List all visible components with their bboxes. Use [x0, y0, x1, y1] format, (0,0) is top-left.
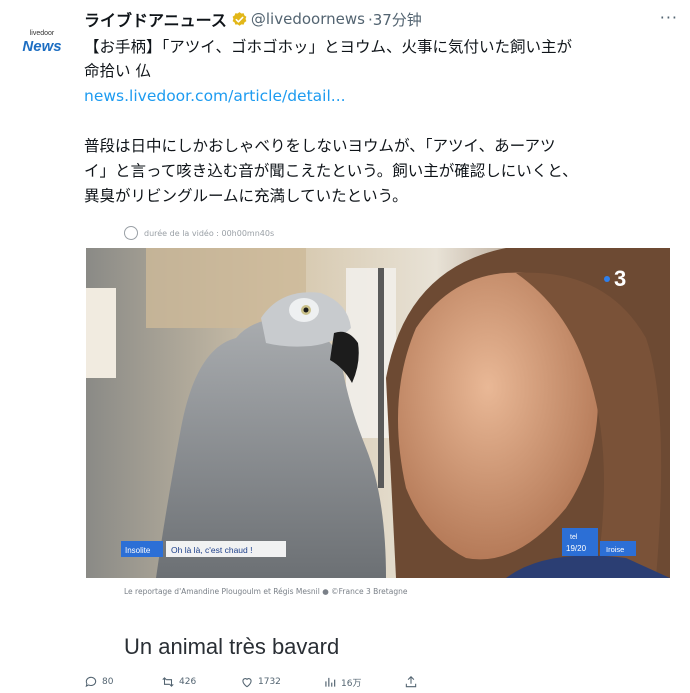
video-duration: durée de la vidéo : 00h00mn40s: [144, 228, 275, 238]
like-button[interactable]: 1732: [240, 675, 323, 689]
tweet-time[interactable]: ·37分钟: [368, 9, 422, 30]
tag-quote: Oh là là, c'est chaud !: [171, 545, 252, 555]
brand-time: 19/20: [566, 544, 587, 553]
verified-badge-icon: [232, 11, 247, 26]
tweet-text-line: 異臭がリビングルームに充満していたという。: [84, 187, 408, 205]
video-duration-bar: durée de la vidéo : 00h00mn40s: [124, 226, 274, 240]
tweet-link[interactable]: news.livedoor.com/article/detail...: [84, 85, 346, 107]
avatar[interactable]: livedoor News: [14, 14, 70, 70]
heart-icon: [242, 678, 252, 688]
retweet-icon: [162, 677, 174, 687]
reply-icon: [85, 676, 97, 688]
author-name[interactable]: ライブドアニュース: [84, 7, 227, 31]
retweet-button[interactable]: 426: [161, 675, 240, 689]
reply-count: 80: [102, 677, 114, 687]
tweet-header: ライブドアニュース @livedoornews ·37分钟: [84, 8, 650, 30]
brand-region: Iroise: [606, 545, 624, 554]
tweet-text-line: 【お手柄】「アツイ、ゴホゴホッ」とヨウム、火事に気付いた飼い主が: [84, 38, 572, 56]
article-heading: Un animal très bavard: [124, 634, 340, 659]
tweet-text-line: イ」と言って咳き込む音が聞こえたという。飼い主が確認しにいくと、: [84, 162, 578, 180]
video-caption: Le reportage d'Amandine Plougoulm et Rég…: [124, 587, 408, 596]
tweet-actions: 80 426 1732 16万: [84, 672, 504, 692]
views-count: 16万: [341, 678, 362, 689]
video-frame[interactable]: 3 Insolite Oh là là, c'est chaud ! tel 1…: [86, 248, 670, 578]
tweet-text-line: 普段は日中にしかおしゃべりをしないヨウムが、「アツイ、あーアツ: [84, 137, 556, 155]
retweet-count: 426: [179, 677, 197, 687]
tweet-text-line: 命拾い 仏: [84, 62, 151, 80]
tweet-media-image[interactable]: durée de la vidéo : 00h00mn40s 3 Insolit…: [84, 218, 672, 664]
parrot-scene-image: 3 Insolite Oh là là, c'est chaud ! tel 1…: [86, 248, 670, 578]
like-count: 1732: [258, 677, 281, 687]
channel-logo: 3: [614, 266, 626, 291]
brand-top: tel: [570, 534, 578, 541]
tag-label: Insolite: [125, 546, 151, 555]
reply-button[interactable]: 80: [84, 675, 161, 689]
views-chart-icon: [325, 677, 336, 687]
share-button[interactable]: [404, 675, 422, 689]
clock-icon: [124, 226, 138, 240]
share-icon: [405, 676, 417, 688]
more-options-icon[interactable]: ···: [660, 8, 678, 27]
avatar-brand-small: livedoor: [29, 29, 55, 37]
views-button[interactable]: 16万: [323, 675, 404, 689]
author-handle[interactable]: @livedoornews: [251, 10, 365, 28]
avatar-brand-logo: News: [22, 37, 62, 55]
